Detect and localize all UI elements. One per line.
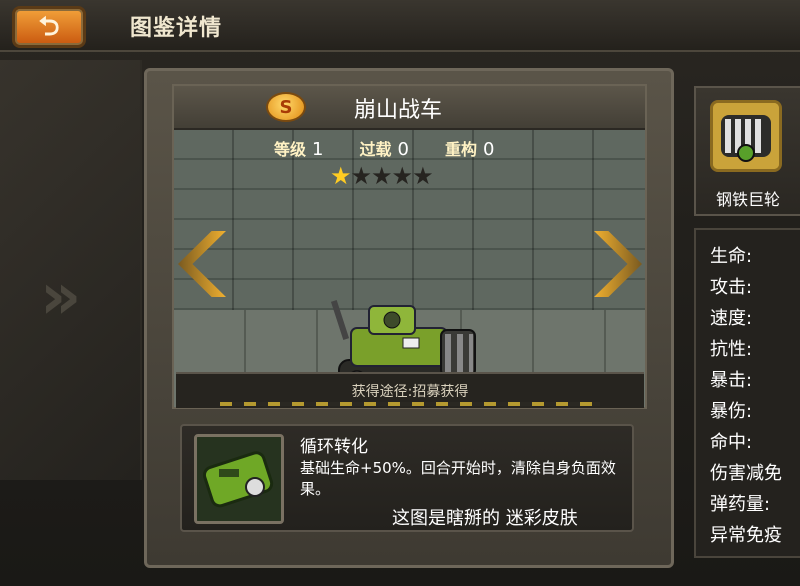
skill-description: 基础生命+50%。回合开始时，清除自身负面效果。 [300,459,616,498]
skill-tread-icon[interactable] [194,434,284,524]
steel-wheel-icon [710,100,782,172]
name-bar: S 崩山战车 [174,86,645,130]
level-value: 1 [312,139,324,160]
back-button[interactable]: ⮌ [12,6,86,48]
background-panel: » [0,60,142,480]
star-empty-icon: ★ [391,162,413,190]
star-empty-icon: ★ [350,162,372,190]
overload-value: 0 [397,139,409,160]
level-label: 等级 [274,140,307,159]
top-bar: ⮌ 图鉴详情 [0,0,800,52]
tank-name: 崩山战车 [354,98,443,123]
rank-badge-icon: S [266,92,306,122]
background-arrow-icon: » [40,260,82,334]
overload-label: 过载 [359,140,392,159]
source-text: 获得途径:招募获得 [351,384,469,400]
skill-title: 循环转化 [300,437,368,457]
side-item-label: 钢铁巨轮 [715,190,780,209]
attribute-panel: 生命: 攻击: 速度: 抗性: 暴击: 暴伤: 命中: 伤害减免 弹药量: 异常… [694,228,800,558]
tank-display: S 崩山战车 等级 1 过载 0 重构 0 ★★★★★ [172,84,647,409]
star-rating: ★★★★★ [330,162,434,190]
attr-resist: 抗性: [710,339,753,360]
page-title: 图鉴详情 [130,16,223,41]
attr-attack: 攻击: [710,277,753,298]
attr-crit-damage: 暴伤: [710,401,753,422]
side-item-card[interactable]: 钢铁巨轮 [694,86,800,216]
attr-status-immune: 异常免疫 [710,525,782,546]
star-empty-icon: ★ [371,162,392,190]
attr-ammo: 弹药量: [710,494,771,515]
tank-stats: 等级 1 过载 0 重构 0 [274,136,530,160]
star-empty-icon: ★ [412,162,433,190]
annotation-text: 这图是瞎掰的 迷彩皮肤 [392,508,578,529]
attr-damage-reduction: 伤害减免 [710,463,782,484]
attr-speed: 速度: [710,308,753,329]
attr-hit: 命中: [710,432,753,453]
attr-hp: 生命: [710,246,753,267]
attr-crit: 暴击: [710,370,753,391]
hazard-stripe [220,402,600,406]
star-filled-icon: ★ [330,162,351,190]
return-arrow-icon: ⮌ [38,12,60,42]
rebuild-label: 重构 [444,140,477,159]
rebuild-value: 0 [482,139,495,160]
